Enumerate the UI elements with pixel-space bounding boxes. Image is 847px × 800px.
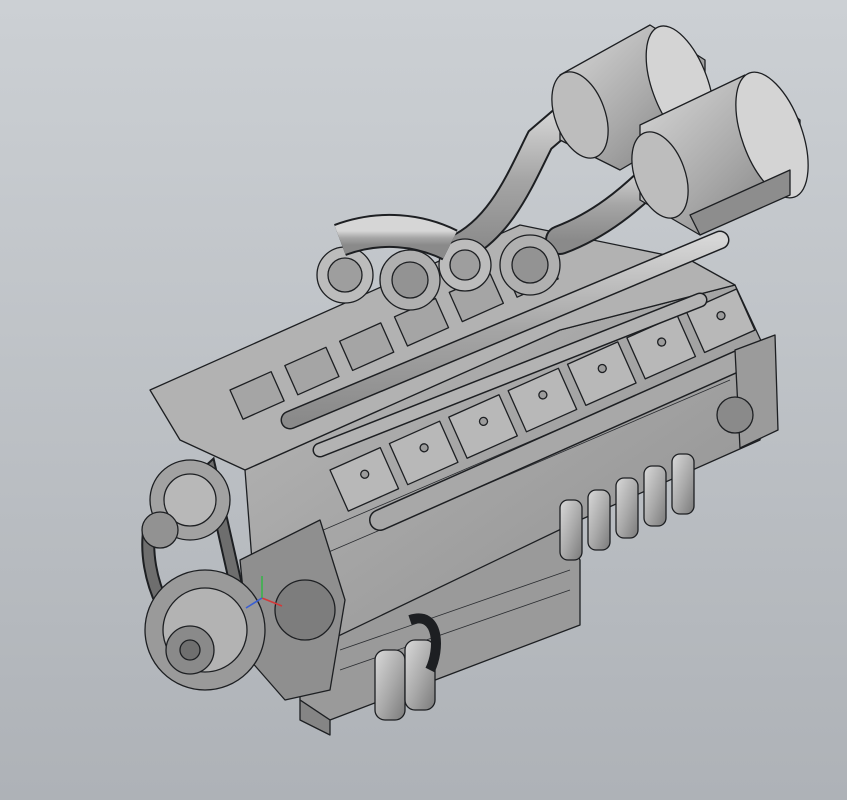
engine-model[interactable] bbox=[0, 0, 847, 800]
3d-viewport[interactable] bbox=[0, 0, 847, 800]
